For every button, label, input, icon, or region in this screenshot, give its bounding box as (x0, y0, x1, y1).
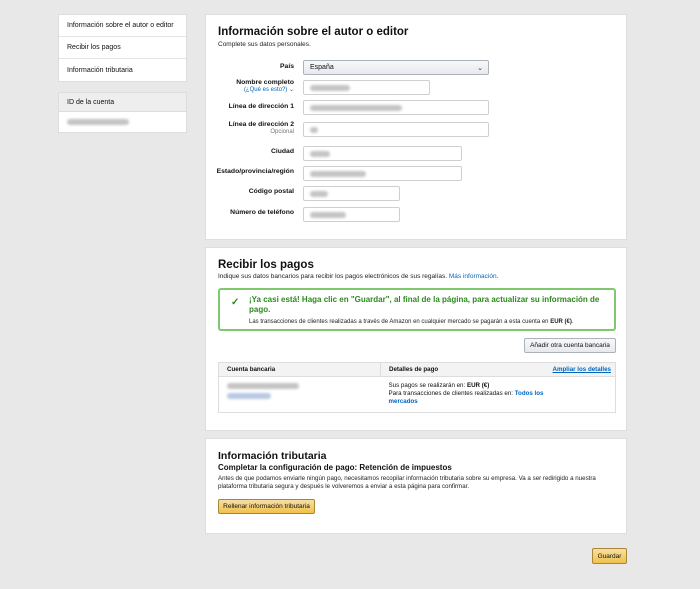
addr2-label: Línea de dirección 2 Opcional (228, 121, 294, 135)
account-id-box: ID de la cuenta (58, 92, 187, 133)
add-bank-account-button[interactable]: Añadir otra cuenta bancaria (524, 338, 616, 353)
postal-code-input[interactable] (303, 186, 400, 201)
payments-subtitle: Indique sus datos bancarios para recibir… (218, 273, 499, 280)
tax-title: Información tributaria (218, 450, 327, 462)
city-label: Ciudad (270, 148, 294, 155)
addr1-label: Línea de dirección 1 (228, 103, 294, 110)
city-input[interactable] (303, 146, 462, 161)
col-bank-account: Cuenta bancaria (218, 362, 381, 377)
col-payment-details: Detalles de pago Ampliar los detalles (380, 362, 616, 377)
alert-message: ¡Ya casi está! Haga clic en "Guardar", a… (249, 295, 600, 314)
sidebar-item-tax[interactable]: Información tributaria (59, 59, 186, 81)
payments-title: Recibir los pagos (218, 259, 314, 271)
payment-details-cell: Sus pagos se realizarán en: EUR (€) Para… (380, 376, 616, 413)
tax-panel: Información tributaria Completar la conf… (205, 438, 627, 534)
state-label: Estado/provincia/región (216, 168, 294, 175)
address-line2-input[interactable] (303, 122, 489, 137)
chevron-down-icon: ⌄ (477, 64, 483, 72)
sidebar-item-author[interactable]: Información sobre el autor o editor (59, 15, 186, 37)
save-button[interactable]: Guardar (592, 548, 627, 564)
what-is-this-link[interactable]: (¿Qué es esto?) ⌄ (236, 86, 294, 93)
account-id-value (59, 112, 186, 132)
tax-body: Antes de que podamos enviarle ningún pag… (218, 475, 596, 490)
tax-subtitle: Completar la configuración de pago: Rete… (218, 463, 452, 472)
author-subtitle: Complete sus datos personales. (218, 41, 311, 48)
address-line1-input[interactable] (303, 100, 489, 115)
author-panel: Información sobre el autor o editor Comp… (205, 14, 627, 240)
table-row: Sus pagos se realizarán en: EUR (€) Para… (218, 376, 616, 413)
zip-label: Código postal (248, 188, 294, 195)
full-name-input[interactable] (303, 80, 430, 95)
country-value: España (310, 64, 334, 71)
success-alert: ✓ ¡Ya casi está! Haga clic en "Guardar",… (218, 288, 616, 331)
country-label: País (280, 63, 294, 70)
bank-account-cell (218, 376, 381, 413)
state-input[interactable] (303, 166, 462, 181)
alert-note: Las transacciones de clientes realizadas… (249, 319, 574, 325)
sidebar-nav: Información sobre el autor o editor Reci… (58, 14, 187, 82)
sidebar-item-payments[interactable]: Recibir los pagos (59, 37, 186, 59)
expand-details-link[interactable]: Ampliar los detalles (553, 366, 615, 373)
checkmark-icon: ✓ (231, 297, 240, 308)
bank-account-table: Cuenta bancaria Detalles de pago Ampliar… (218, 362, 616, 413)
payments-panel: Recibir los pagos Indique sus datos banc… (205, 247, 627, 431)
phone-label: Número de teléfono (230, 209, 294, 216)
fill-tax-info-button[interactable]: Rellenar información tributaria (218, 499, 315, 514)
more-info-link[interactable]: Más información (449, 273, 497, 280)
account-id-heading: ID de la cuenta (59, 93, 186, 112)
name-label: Nombre completo (¿Qué es esto?) ⌄ (236, 79, 294, 93)
author-title: Información sobre el autor o editor (218, 26, 409, 38)
country-select[interactable]: España ⌄ (303, 60, 489, 75)
phone-input[interactable] (303, 207, 400, 222)
